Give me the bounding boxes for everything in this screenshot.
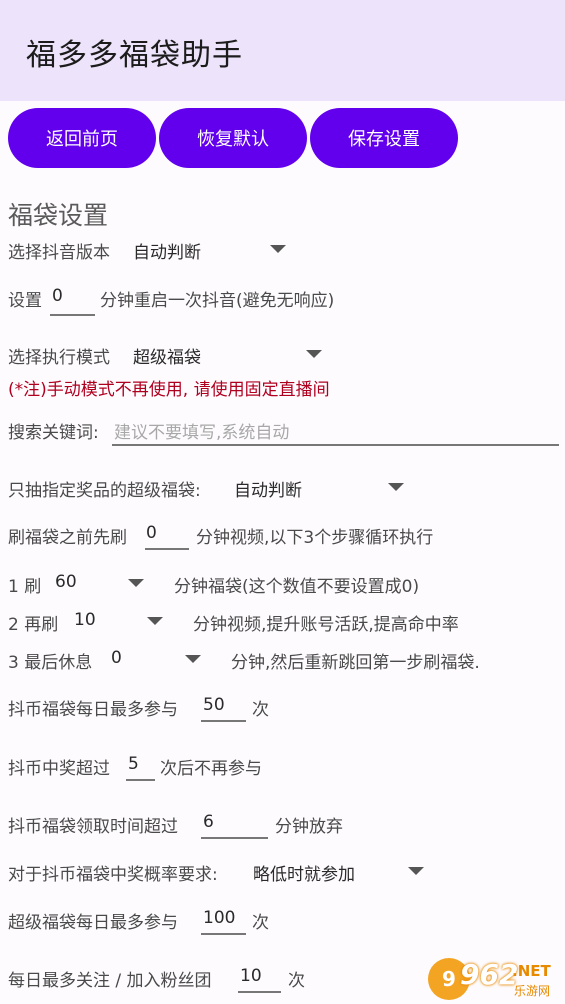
coin-timeout-suffix-label: 分钟放弃 — [275, 817, 343, 837]
step3-value: 0 — [111, 648, 122, 668]
super-daily-value: 100 — [203, 908, 236, 928]
follow-daily-value: 10 — [240, 966, 262, 986]
coin-win-value: 5 — [128, 754, 139, 774]
input-underline — [112, 444, 559, 446]
input-underline — [145, 548, 189, 550]
follow-daily-prefix-label: 每日最多关注 / 加入粉丝团 — [8, 971, 212, 991]
coin-win-prefix-label: 抖币中奖超过 — [8, 759, 110, 779]
step1-label: 1 刷 — [8, 577, 42, 597]
site-watermark: 9 962 .NET 乐游网 — [428, 958, 558, 1000]
douyin-version-label: 选择抖音版本 — [8, 243, 110, 263]
super-daily-input[interactable]: 100 — [203, 908, 245, 934]
follow-daily-suffix-label: 次 — [288, 971, 305, 991]
input-underline — [238, 991, 281, 993]
dropdown-arrow-icon — [306, 350, 322, 358]
restart-prefix-label: 设置 — [8, 291, 42, 311]
section-title: 福袋设置 — [8, 201, 109, 230]
exec-mode-select[interactable]: 超级福袋 — [133, 343, 328, 368]
coin-prob-select[interactable]: 略低时就参加 — [253, 860, 425, 885]
coin-daily-input[interactable]: 50 — [203, 695, 245, 721]
reset-default-button[interactable]: 恢复默认 — [159, 108, 307, 168]
restart-minutes-input[interactable]: 0 — [52, 286, 96, 312]
step2-value: 10 — [74, 610, 96, 630]
coin-win-suffix-label: 次后不再参与 — [160, 759, 262, 779]
dropdown-arrow-icon — [128, 579, 144, 587]
watermark-site-name: 乐游网 — [514, 984, 551, 998]
super-daily-prefix-label: 超级福袋每日最多参与 — [8, 913, 178, 933]
input-underline — [201, 933, 246, 935]
coin-prob-label: 对于抖币福袋中奖概率要求: — [8, 865, 218, 885]
step2-suffix-label: 分钟视频,提升账号活跃,提高命中率 — [193, 615, 459, 635]
dropdown-arrow-icon — [408, 867, 424, 875]
search-keyword-input[interactable]: 建议不要填写,系统自动 — [114, 418, 557, 443]
coin-daily-suffix-label: 次 — [252, 700, 269, 720]
restart-minutes-value: 0 — [52, 286, 63, 306]
step3-label: 3 最后休息 — [8, 653, 93, 673]
dropdown-arrow-icon — [185, 655, 201, 663]
douyin-version-value: 自动判断 — [133, 243, 201, 263]
save-settings-button[interactable]: 保存设置 — [310, 108, 458, 168]
step1-suffix-label: 分钟福袋(这个数值不要设置成0) — [174, 577, 420, 597]
restart-suffix-label: 分钟重启一次抖音(避免无响应) — [100, 291, 335, 311]
coin-daily-prefix-label: 抖币福袋每日最多参与 — [8, 700, 178, 720]
exec-mode-label: 选择执行模式 — [8, 348, 110, 368]
step3-suffix-label: 分钟,然后重新跳回第一步刷福袋. — [231, 653, 480, 673]
back-button[interactable]: 返回前页 — [8, 108, 156, 168]
pre-video-minutes-value: 0 — [146, 523, 157, 543]
exec-mode-value: 超级福袋 — [133, 348, 201, 368]
input-underline — [201, 720, 246, 722]
super-daily-suffix-label: 次 — [252, 913, 269, 933]
step2-label: 2 再刷 — [8, 615, 59, 635]
pre-video-prefix-label: 刷福袋之前先刷 — [8, 528, 127, 548]
dropdown-arrow-icon — [388, 483, 404, 491]
input-underline — [201, 837, 268, 839]
watermark-number: 962 — [460, 958, 519, 991]
coin-win-input[interactable]: 5 — [128, 754, 154, 780]
douyin-version-select[interactable]: 自动判断 — [133, 238, 293, 263]
dropdown-arrow-icon — [270, 245, 286, 253]
watermark-domain: .NET — [512, 962, 551, 980]
mode-note: (*注)手动模式不再使用, 请使用固定直播间 — [8, 380, 330, 400]
app-bar: 福多多福袋助手 — [0, 0, 565, 101]
follow-daily-input[interactable]: 10 — [240, 966, 280, 992]
search-keyword-placeholder: 建议不要填写,系统自动 — [114, 423, 290, 443]
input-underline — [50, 314, 95, 316]
prize-select[interactable]: 自动判断 — [234, 476, 406, 501]
prize-value: 自动判断 — [234, 481, 302, 501]
step1-value: 60 — [55, 572, 77, 592]
coin-timeout-prefix-label: 抖币福袋领取时间超过 — [8, 817, 178, 837]
coin-daily-value: 50 — [203, 695, 225, 715]
app-title: 福多多福袋助手 — [26, 38, 243, 73]
search-keyword-label: 搜索关键词: — [8, 423, 99, 443]
dropdown-arrow-icon — [147, 617, 163, 625]
coin-timeout-input[interactable]: 6 — [203, 812, 267, 838]
coin-timeout-value: 6 — [203, 812, 214, 832]
input-underline — [126, 779, 155, 781]
pre-video-suffix-label: 分钟视频,以下3个步骤循环执行 — [196, 528, 434, 548]
prize-label: 只抽指定奖品的超级福袋: — [8, 481, 201, 501]
coin-prob-value: 略低时就参加 — [253, 865, 355, 885]
pre-video-minutes-input[interactable]: 0 — [146, 523, 188, 549]
